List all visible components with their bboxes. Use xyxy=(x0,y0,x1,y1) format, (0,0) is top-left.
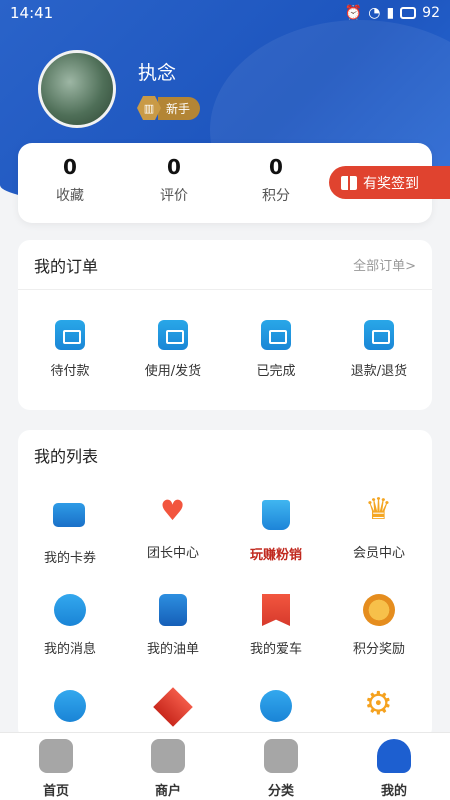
stat-value: 0 xyxy=(167,155,181,179)
battery-level: 92 xyxy=(422,5,440,21)
user-icon xyxy=(377,739,411,773)
order-label: 已完成 xyxy=(256,364,296,379)
stat-value: 0 xyxy=(269,155,283,179)
stat-points[interactable]: 0 积分 xyxy=(226,155,326,205)
tab-mine[interactable]: 我的 xyxy=(338,739,450,799)
list-item-label: 积分奖励 xyxy=(352,642,405,657)
order-in-use[interactable]: 使用/发货 xyxy=(121,320,225,379)
crown-icon xyxy=(362,492,396,532)
oil-can-icon xyxy=(156,594,190,628)
stat-label: 收藏 xyxy=(56,188,84,204)
help-icon xyxy=(259,690,293,724)
stat-favorites[interactable]: 0 收藏 xyxy=(20,155,120,205)
list-card: 我的列表 我的卡券 团长中心 玩赚粉销 会员中心 我的消息 我的油单 我的爱车 … xyxy=(18,430,432,740)
car-icon xyxy=(39,739,73,773)
list-item-label: 我的卡券 xyxy=(43,551,96,566)
orders-card: 我的订单 全部订单> 待付款 使用/发货 已完成 退款/退货 xyxy=(18,240,432,410)
bottom-tab-bar: 首页 商户 分类 我的 xyxy=(0,732,450,800)
level-badge: ▥ 新手 xyxy=(137,96,201,120)
tab-label: 首页 xyxy=(42,784,69,799)
list-item-label: 会员中心 xyxy=(352,546,405,561)
list-item-label: 我的爱车 xyxy=(249,642,302,657)
list-item-leader-center[interactable]: 团长中心 xyxy=(121,494,225,561)
tab-home[interactable]: 首页 xyxy=(0,739,112,799)
signal-icon: ▮ xyxy=(386,5,395,21)
medal-icon xyxy=(362,594,396,628)
order-refund[interactable]: 退款/退货 xyxy=(327,320,431,379)
checkin-label: 有奖签到 xyxy=(363,175,419,192)
checkin-button[interactable]: 有奖签到 xyxy=(329,166,450,199)
list-item-label: 团长中心 xyxy=(146,546,199,561)
tab-label: 分类 xyxy=(267,784,294,799)
wallet-icon xyxy=(55,320,85,350)
level-label: 新手 xyxy=(158,96,201,120)
stat-value: 0 xyxy=(63,155,77,179)
list-item-points-reward[interactable]: 积分奖励 xyxy=(327,594,431,657)
order-label: 退款/退货 xyxy=(350,364,408,379)
car-flag-icon xyxy=(259,594,293,628)
wifi-icon: ◔ xyxy=(368,5,381,21)
list-item-label: 玩赚粉销 xyxy=(249,548,302,563)
orders-header: 我的订单 全部订单> xyxy=(18,240,432,290)
return-icon xyxy=(364,320,394,350)
list-item-help[interactable] xyxy=(224,690,328,724)
status-icons: ⏰ ◔ ▮ 92 xyxy=(345,5,440,21)
heart-hands-icon xyxy=(156,494,190,532)
list-header: 我的列表 xyxy=(18,430,432,480)
alarm-icon: ⏰ xyxy=(344,5,363,21)
gift-icon xyxy=(341,175,357,190)
battery-icon xyxy=(400,7,417,19)
list-item-label: 我的消息 xyxy=(43,642,96,657)
list-title: 我的列表 xyxy=(34,447,99,466)
order-label: 待付款 xyxy=(50,364,90,379)
list-item-coupons[interactable]: 我的卡券 xyxy=(18,498,122,566)
grid-icon xyxy=(264,739,298,773)
list-item-member-center[interactable]: 会员中心 xyxy=(327,492,431,561)
list-item-my-car[interactable]: 我的爱车 xyxy=(224,594,328,657)
card-icon xyxy=(53,503,87,537)
list-item-diamond[interactable] xyxy=(121,687,225,727)
all-orders-link[interactable]: 全部订单> xyxy=(353,255,416,274)
clock-icon xyxy=(158,320,188,350)
list-item-settings[interactable] xyxy=(327,684,431,724)
mail-icon xyxy=(53,594,87,628)
shopping-bag-icon xyxy=(259,500,293,534)
store-icon xyxy=(151,739,185,773)
avatar[interactable] xyxy=(38,50,116,128)
order-pending-payment[interactable]: 待付款 xyxy=(18,320,122,379)
stat-reviews[interactable]: 0 评价 xyxy=(124,155,224,205)
list-item-label: 我的油单 xyxy=(146,642,199,657)
status-time: 14:41 xyxy=(10,4,54,22)
list-item-messages[interactable]: 我的消息 xyxy=(18,594,122,657)
tab-label: 商户 xyxy=(154,784,181,799)
tab-label: 我的 xyxy=(380,784,407,799)
box-icon xyxy=(261,320,291,350)
gear-icon xyxy=(362,684,396,724)
diamond-icon xyxy=(153,687,193,727)
tab-categories[interactable]: 分类 xyxy=(225,739,337,799)
list-item-tag[interactable] xyxy=(18,690,122,724)
username[interactable]: 执念 xyxy=(138,58,176,85)
orders-title: 我的订单 xyxy=(34,256,99,276)
list-item-fan-sales[interactable]: 玩赚粉销 xyxy=(224,498,328,563)
stat-label: 评价 xyxy=(160,188,188,204)
stat-label: 积分 xyxy=(262,188,290,204)
order-label: 使用/发货 xyxy=(144,364,202,379)
status-bar: 14:41 ⏰ ◔ ▮ 92 xyxy=(0,0,450,26)
list-item-oil-orders[interactable]: 我的油单 xyxy=(121,594,225,657)
order-completed[interactable]: 已完成 xyxy=(224,320,328,379)
tag-icon xyxy=(53,690,87,724)
tab-merchants[interactable]: 商户 xyxy=(112,739,224,799)
